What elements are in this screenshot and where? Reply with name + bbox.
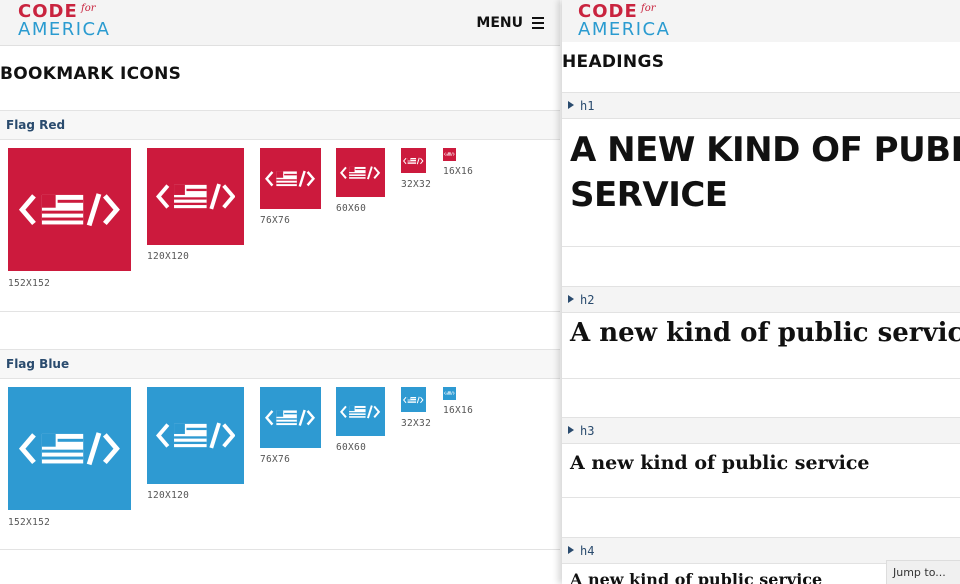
code-for-america-logo[interactable]: CODE for AMERICA <box>18 1 111 40</box>
icon-size-label: 60X60 <box>336 442 367 453</box>
icon-size-label: 32X32 <box>401 179 432 190</box>
group-header-flag-red: Flag Red <box>0 110 560 140</box>
icon-size-label: 60X60 <box>336 203 367 214</box>
section-toggle-h1[interactable]: h1 <box>562 92 960 119</box>
menu-label: MENU <box>476 15 523 31</box>
bookmark-flag-icon <box>260 387 321 448</box>
bookmark-flag-icon <box>8 148 131 271</box>
bookmark-flag-icon <box>443 387 456 400</box>
logo-for: for <box>81 3 96 14</box>
divider <box>562 378 960 379</box>
h1-sample: A NEW KIND OF PUBLIC SERVICE <box>570 128 960 218</box>
icon-size-label: 120X120 <box>147 490 190 501</box>
h3-sample: A new kind of public service <box>570 452 870 474</box>
bookmark-flag-icon <box>260 148 321 209</box>
logo-code: CODE <box>18 1 78 22</box>
icon-size-label: 76X76 <box>260 454 291 465</box>
bookmark-flag-icon <box>336 387 385 436</box>
bookmark-flag-icon <box>8 387 131 510</box>
section-tag: h2 <box>580 293 595 307</box>
bookmark-flag-icon <box>401 148 426 173</box>
icon-size-label: 120X120 <box>147 251 190 262</box>
section-tag: h1 <box>580 99 595 113</box>
code-for-america-logo[interactable]: CODE for AMERICA <box>578 1 671 40</box>
bookmark-flag-icon <box>336 148 385 197</box>
logo-for: for <box>641 3 656 14</box>
group-header-flag-blue: Flag Blue <box>0 349 560 379</box>
page-title: HEADINGS <box>562 52 665 72</box>
disclosure-triangle-icon <box>568 295 574 303</box>
h1-sample-line1: A NEW KIND OF PUBLIC <box>570 130 960 170</box>
divider <box>0 549 560 550</box>
section-toggle-h3[interactable]: h3 <box>562 417 960 444</box>
h1-sample-line2: SERVICE <box>570 175 728 215</box>
hamburger-icon <box>532 14 544 32</box>
h4-sample: A new kind of public service <box>570 570 823 584</box>
bookmark-flag-icon <box>147 148 244 245</box>
site-header: CODE for AMERICA <box>562 0 960 42</box>
page-title: BOOKMARK ICONS <box>0 64 182 84</box>
divider <box>0 311 560 312</box>
logo-code: CODE <box>578 1 638 22</box>
icon-size-label: 152X152 <box>8 517 51 528</box>
disclosure-triangle-icon <box>568 426 574 434</box>
logo-america: AMERICA <box>578 19 671 40</box>
left-panel: CODE for AMERICA MENU BOOKMARK ICONS Fla… <box>0 0 560 584</box>
group-title: Flag Blue <box>6 357 70 371</box>
icon-size-label: 152X152 <box>8 278 51 289</box>
section-tag: h3 <box>580 424 595 438</box>
bookmark-flag-icon <box>147 387 244 484</box>
jump-to-button[interactable]: Jump to... <box>886 560 960 584</box>
icon-size-label: 76X76 <box>260 215 291 226</box>
icon-size-label: 16X16 <box>443 405 474 416</box>
disclosure-triangle-icon <box>568 546 574 554</box>
logo-america: AMERICA <box>18 19 111 40</box>
site-header: CODE for AMERICA MENU <box>0 0 560 46</box>
bookmark-flag-icon <box>443 148 456 161</box>
section-toggle-h2[interactable]: h2 <box>562 286 960 313</box>
icon-size-label: 32X32 <box>401 418 432 429</box>
section-tag: h4 <box>580 544 595 558</box>
disclosure-triangle-icon <box>568 101 574 109</box>
bookmark-flag-icon <box>401 387 426 412</box>
divider <box>562 246 960 247</box>
h2-sample: A new kind of public service <box>570 318 960 348</box>
icon-size-label: 16X16 <box>443 166 474 177</box>
menu-button[interactable]: MENU <box>476 14 544 32</box>
group-title: Flag Red <box>6 118 66 132</box>
divider <box>562 497 960 498</box>
right-panel: CODE for AMERICA HEADINGS h1 A NEW KIND … <box>562 0 960 584</box>
